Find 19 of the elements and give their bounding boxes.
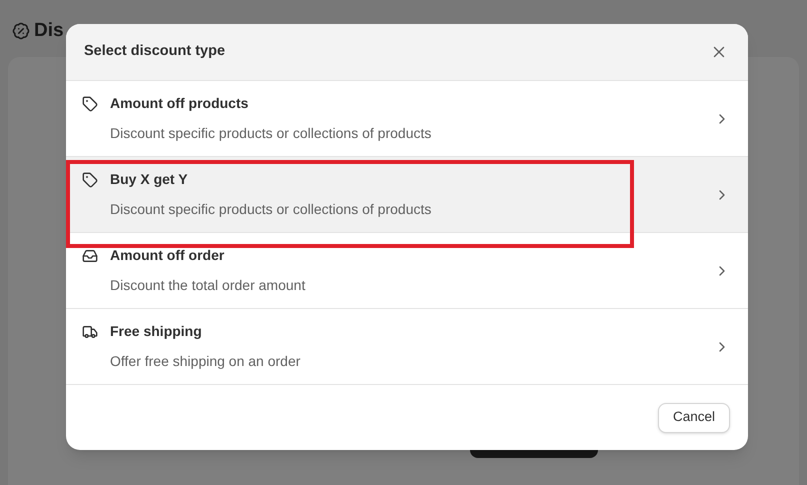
dialog-title: Select discount type [84, 42, 226, 62]
option-title: Amount off products [110, 94, 248, 113]
discount-badge-icon [12, 22, 30, 40]
inbox-icon [82, 248, 98, 264]
discount-type-option[interactable]: Amount off products Discount specific products or collections of products [66, 81, 748, 157]
option-description: Offer free shipping on an order [109, 352, 302, 371]
option-description: Discount specific products or collections of products [109, 200, 432, 219]
cancel-button[interactable]: Cancel [658, 402, 730, 432]
discount-type-option[interactable]: Buy X get Y Discount specific products or collections of products [66, 157, 748, 233]
discount-type-option[interactable]: Free shipping Offer free shipping on an order [66, 309, 748, 385]
option-title: Buy X get Y [110, 170, 188, 189]
option-description: Discount specific products or collections of products [109, 124, 432, 143]
tag-icon [82, 96, 98, 112]
page-title: Dis [34, 19, 64, 43]
tag-icon [82, 172, 98, 188]
option-title: Free shipping [110, 322, 202, 341]
truck-icon [82, 324, 98, 340]
option-title: Amount off order [110, 246, 224, 265]
option-description: Discount the total order amount [109, 276, 306, 295]
